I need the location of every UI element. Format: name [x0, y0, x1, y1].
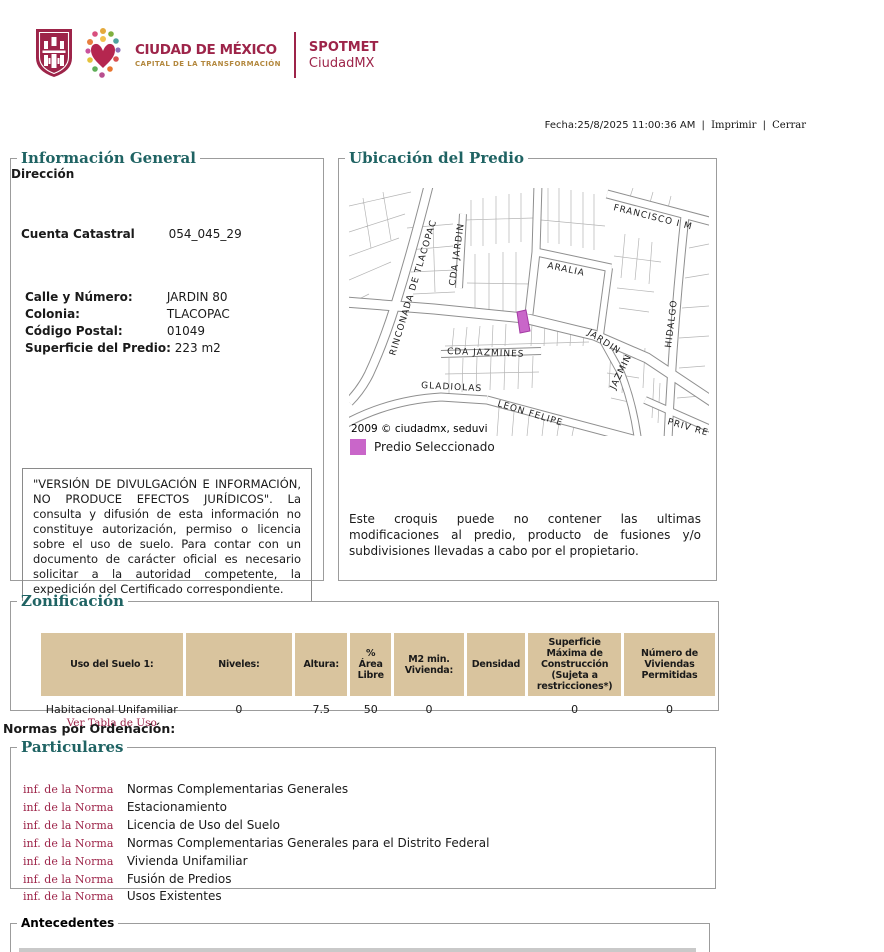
norma-row: inf. de la Norma Usos Existentes	[23, 889, 222, 903]
map-legend: Predio Seleccionado	[350, 439, 495, 455]
zoning-m2-min-value: 0	[425, 703, 433, 716]
norma-row: inf. de la Norma Estacionamiento	[23, 800, 227, 814]
field-colonia: Colonia: TLACOPAC	[25, 306, 230, 323]
particulares-title: Particulares	[21, 738, 124, 756]
norma-row: inf. de la Norma Normas Complementarias …	[23, 836, 489, 850]
header-logo-block: CIUDAD DE MÉXICO CAPITAL DE LA TRANSFORM…	[35, 26, 378, 84]
field-superficie: Superficie del Predio: 223 m2	[25, 340, 230, 357]
separator: |	[762, 120, 766, 131]
field-colonia-label: Colonia:	[25, 307, 80, 321]
parcel-map[interactable]: RINCONADA DE TLACOPAC CDA JARDIN ARALIA …	[342, 182, 717, 445]
app-subname: CiudadMX	[308, 55, 375, 71]
inf-de-la-norma-link[interactable]: inf. de la Norma	[23, 890, 119, 903]
norma-row: inf. de la Norma Normas Complementarias …	[23, 782, 348, 796]
norma-description: Estacionamiento	[126, 800, 228, 814]
map-section: Ubicación del Predio RINCONADA DE TLACOP…	[338, 149, 717, 581]
zoning-superficie-maxima-value: 0	[571, 703, 579, 716]
inf-de-la-norma-link[interactable]: inf. de la Norma	[23, 855, 119, 868]
toolbar: Fecha:25/8/2025 11:00:36 AM | Imprimir |…	[545, 120, 806, 131]
app-name: SPOTMET	[308, 39, 379, 55]
zoning-title: Zonificación	[21, 592, 125, 610]
field-calle: Calle y Número: JARDIN 80	[25, 289, 230, 306]
norma-description: Normas Complementarias Generales	[126, 782, 349, 796]
general-info-title: Información General	[21, 149, 196, 167]
map-legend-label: Predio Seleccionado	[374, 440, 495, 454]
zoning-header-viviendas: Número de Viviendas Permitidas	[624, 633, 715, 696]
field-superficie-value: 223 m2	[174, 341, 221, 355]
map-note: Este croquis puede no contener las ultim…	[349, 512, 701, 558]
norma-description: Fusión de Predios	[126, 872, 232, 886]
zoning-header-densidad: Densidad	[466, 633, 526, 696]
selected-parcel-swatch	[350, 439, 366, 455]
inf-de-la-norma-link[interactable]: inf. de la Norma	[23, 837, 119, 850]
cdmx-flower-heart-logo-icon	[83, 26, 123, 84]
zoning-section: Zonificación Uso del Suelo 1: Niveles: A…	[10, 592, 719, 729]
brand-subtitle: CAPITAL DE LA TRANSFORMACIÓN	[135, 60, 281, 68]
antecedentes-section: Antecedentes No existen antecedentes de …	[10, 916, 710, 952]
field-superficie-label: Superficie del Predio:	[25, 341, 171, 355]
brand-divider	[293, 32, 296, 78]
zoning-altura-value: 7.5	[312, 703, 330, 716]
antecedentes-title: Antecedentes	[21, 916, 115, 930]
zoning-viviendas-value: 0	[666, 703, 673, 716]
address-fields: Calle y Número: JARDIN 80 Colonia: TLACO…	[25, 289, 230, 357]
norma-description: Licencia de Uso del Suelo	[126, 818, 280, 832]
zoning-densidad-value	[467, 697, 526, 730]
antecedentes-message: No existen antecedentes de tramites rela…	[19, 948, 696, 952]
normas-heading: Normas por Ordenación:	[3, 721, 176, 736]
cuenta-catastral-row: Cuenta Catastral 054_045_29	[21, 227, 242, 241]
inf-de-la-norma-link[interactable]: inf. de la Norma	[23, 801, 119, 814]
field-codigo-postal: Código Postal: 01049	[25, 323, 230, 340]
norma-description: Usos Existentes	[126, 889, 222, 903]
page: CIUDAD DE MÉXICO CAPITAL DE LA TRANSFORM…	[0, 0, 884, 952]
direccion-label: Dirección	[11, 167, 75, 181]
field-colonia-value: TLACOPAC	[166, 307, 230, 321]
map-attribution: 2009 © ciudadmx, seduvi	[351, 423, 488, 435]
brand-text: CIUDAD DE MÉXICO CAPITAL DE LA TRANSFORM…	[135, 42, 281, 68]
zoning-header-superficie-maxima: Superficie Máxima de Construcción (Sujet…	[528, 633, 622, 696]
zoning-header-niveles: Niveles:	[185, 633, 293, 696]
field-calle-label: Calle y Número:	[25, 290, 133, 304]
zoning-uso-value: Habitacional Unifamiliar	[45, 703, 178, 716]
norma-row: inf. de la Norma Licencia de Uso del Sue…	[23, 818, 280, 832]
date-label: Fecha:25/8/2025 11:00:36 AM	[544, 120, 696, 131]
field-codigo-postal-value: 01049	[166, 324, 206, 338]
inf-de-la-norma-link[interactable]: inf. de la Norma	[23, 819, 119, 832]
map-section-title: Ubicación del Predio	[349, 149, 524, 167]
inf-de-la-norma-link[interactable]: inf. de la Norma	[23, 783, 119, 796]
field-codigo-postal-label: Código Postal:	[25, 324, 123, 338]
zoning-header-uso: Uso del Suelo 1:	[41, 633, 183, 696]
inf-de-la-norma-link[interactable]: inf. de la Norma	[23, 873, 119, 886]
field-calle-value: JARDIN 80	[166, 290, 228, 304]
brand-title: CIUDAD DE MÉXICO	[135, 42, 277, 58]
legal-disclaimer: "VERSIÓN DE DIVULGACIÓN E INFORMACIÓN, N…	[22, 468, 312, 606]
zoning-area-libre-value: 50	[363, 703, 378, 716]
particulares-section: Particulares inf. de la Norma Normas Com…	[10, 738, 716, 903]
norma-description: Normas Complementarias Generales para el…	[126, 836, 490, 850]
zoning-niveles-value: 0	[235, 703, 243, 716]
print-link[interactable]: Imprimir	[711, 120, 756, 131]
zoning-header-altura: Altura:	[295, 633, 348, 696]
close-link[interactable]: Cerrar	[772, 120, 806, 131]
cdmx-shield-logo-icon	[35, 28, 73, 82]
app-name-block: SPOTMET CiudadMX	[309, 40, 379, 71]
zoning-header-area-libre: % Área Libre	[350, 633, 392, 696]
norma-row: inf. de la Norma Vivienda Unifamiliar	[23, 854, 248, 868]
separator: |	[701, 120, 705, 131]
cuenta-catastral-value: 054_045_29	[168, 227, 242, 241]
cuenta-catastral-label: Cuenta Catastral	[21, 227, 135, 241]
norma-description: Vivienda Unifamiliar	[126, 854, 248, 868]
zoning-table: Uso del Suelo 1: Niveles: Altura: % Área…	[38, 632, 718, 731]
zoning-header-m2-min: M2 min. Vivienda:	[394, 633, 464, 696]
general-info-section: Información General Cuenta Catastral 054…	[10, 149, 324, 606]
norma-row: inf. de la Norma Fusión de Predios	[23, 872, 231, 886]
